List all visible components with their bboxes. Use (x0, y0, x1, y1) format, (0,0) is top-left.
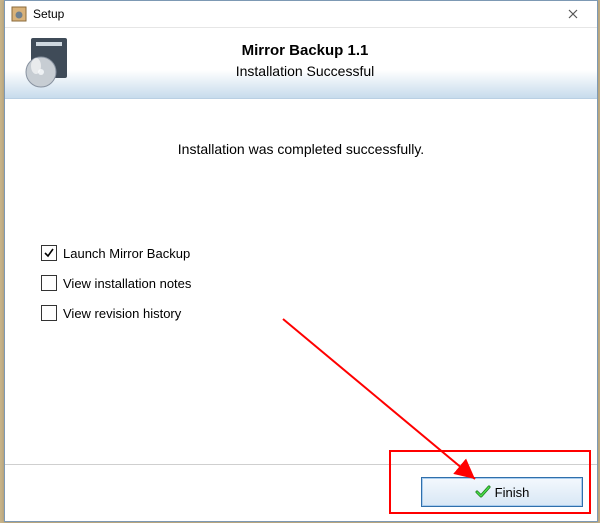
header-text: Mirror Backup 1.1 Installation Successfu… (83, 28, 597, 79)
footer: Finish (5, 464, 597, 521)
option-history[interactable]: View revision history (41, 305, 571, 321)
titlebar: Setup (5, 1, 597, 28)
option-notes[interactable]: View installation notes (41, 275, 571, 291)
header-banner: Mirror Backup 1.1 Installation Successfu… (5, 28, 597, 99)
options-group: Launch Mirror Backup View installation n… (41, 245, 571, 321)
app-icon (11, 6, 27, 22)
option-label: View installation notes (63, 276, 191, 291)
success-message: Installation was completed successfully. (31, 141, 571, 157)
setup-window: Setup Mirror Backup 1.1 Installation Suc… (4, 0, 598, 522)
finish-label: Finish (495, 485, 530, 500)
option-launch[interactable]: Launch Mirror Backup (41, 245, 571, 261)
checkbox-icon (41, 305, 57, 321)
checkbox-icon (41, 245, 57, 261)
finish-button[interactable]: Finish (421, 477, 583, 507)
installer-icon (19, 34, 83, 90)
header-title: Mirror Backup 1.1 (83, 42, 527, 59)
close-icon (568, 9, 578, 19)
option-label: View revision history (63, 306, 181, 321)
close-button[interactable] (553, 4, 593, 24)
window-title: Setup (33, 7, 553, 21)
header-subtitle: Installation Successful (83, 63, 527, 79)
checkbox-icon (41, 275, 57, 291)
option-label: Launch Mirror Backup (63, 246, 190, 261)
body: Installation was completed successfully.… (5, 141, 597, 321)
checkmark-icon (475, 485, 491, 499)
